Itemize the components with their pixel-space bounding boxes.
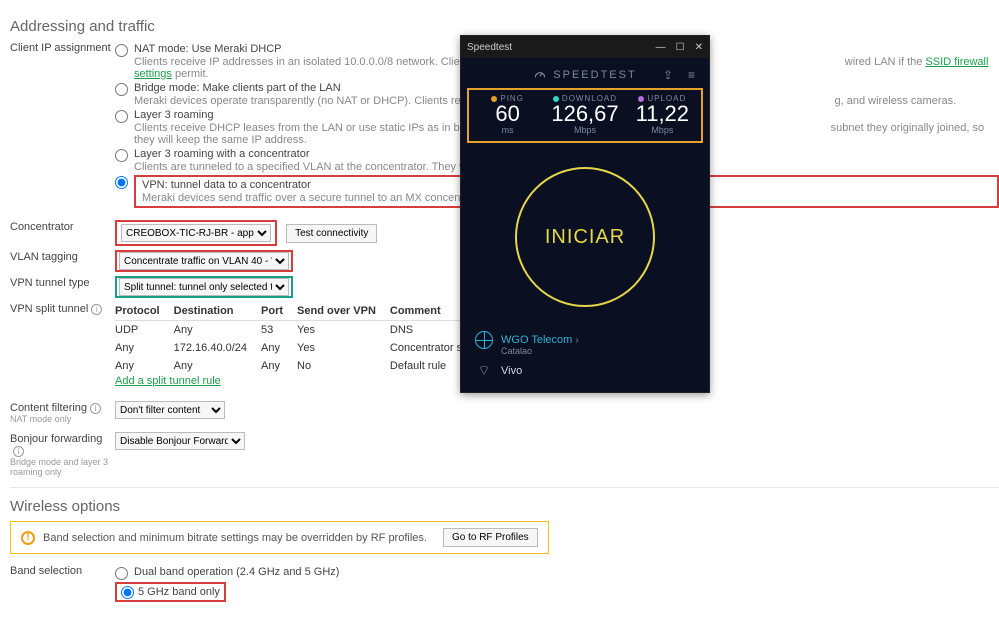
minimize-icon[interactable]: —: [656, 42, 666, 53]
vlan-tagging-select[interactable]: Concentrate traffic on VLAN 40 - "BYOD": [119, 252, 289, 270]
wireless-warning: ! Band selection and minimum bitrate set…: [10, 521, 549, 554]
info-icon[interactable]: i: [91, 304, 102, 315]
table-header: Port: [261, 302, 297, 321]
table-cell: Any: [261, 357, 297, 375]
add-split-tunnel-link[interactable]: Add a split tunnel rule: [115, 375, 221, 387]
table-cell: UDP: [115, 321, 174, 340]
speedtest-title: Speedtest: [467, 42, 512, 53]
maximize-icon[interactable]: ☐: [676, 42, 685, 53]
server-city: Catalao: [501, 346, 695, 356]
table-cell: Any: [115, 357, 174, 375]
info-icon[interactable]: i: [90, 403, 101, 414]
warning-icon: !: [21, 531, 35, 545]
menu-icon[interactable]: ≡: [688, 68, 697, 82]
speedtest-metrics: PING 60 ms DOWNLOAD 126,67 Mbps UPLOAD 1…: [467, 88, 703, 143]
wifi-icon: ⌔: [475, 362, 493, 380]
radio-vpn-tunnel[interactable]: [115, 176, 128, 189]
radio-l3-concentrator[interactable]: [115, 149, 128, 162]
ping-unit: ms: [469, 125, 546, 135]
radio-dual-band[interactable]: [115, 567, 128, 580]
chevron-right-icon: ›: [575, 335, 578, 346]
table-cell: Any: [115, 339, 174, 357]
label-content-filtering: Content filtering: [10, 402, 87, 414]
table-cell: No: [297, 357, 390, 375]
radio-l3-roaming[interactable]: [115, 110, 128, 123]
isp-name: Vivo: [501, 365, 522, 377]
dual-band-label: Dual band operation (2.4 GHz and 5 GHz): [134, 566, 339, 578]
radio-nat-mode[interactable]: [115, 44, 128, 57]
concentrator-select[interactable]: CREOBOX-TIC-RJ-BR - appliance: [121, 224, 271, 242]
globe-icon: [475, 331, 493, 349]
download-value: 126,67: [546, 103, 623, 125]
vpn-tunnel-type-select[interactable]: Split tunnel: tunnel only selected traff…: [119, 278, 289, 296]
table-cell: 172.16.40.0/24: [174, 339, 261, 357]
table-cell: Any: [174, 321, 261, 340]
table-cell: Yes: [297, 321, 390, 340]
isp-row: ⌔ Vivo: [475, 362, 695, 380]
label-vpn-tunnel-type: VPN tunnel type: [10, 276, 115, 298]
wireless-section-title: Wireless options: [10, 498, 999, 515]
label-vpn-split-tunnel: VPN split tunneli: [10, 302, 115, 387]
table-cell: Yes: [297, 339, 390, 357]
table-cell: Any: [174, 357, 261, 375]
bonjour-select[interactable]: Disable Bonjour Forwarding: [115, 432, 245, 450]
upload-value: 11,22: [624, 103, 701, 125]
label-client-ip: Client IP assignment: [10, 41, 115, 210]
table-header: Protocol: [115, 302, 174, 321]
table-cell: 53: [261, 321, 297, 340]
speedtest-titlebar[interactable]: Speedtest — ☐ ✕: [461, 36, 709, 58]
start-test-button[interactable]: INICIAR: [515, 167, 655, 307]
label-bonjour: Bonjour forwarding: [10, 433, 102, 445]
label-concentrator: Concentrator: [10, 220, 115, 246]
gauge-icon: [533, 68, 547, 82]
radio-5ghz-only[interactable]: [121, 586, 134, 599]
upload-unit: Mbps: [624, 125, 701, 135]
go-to-rf-profiles-button[interactable]: Go to RF Profiles: [443, 528, 538, 547]
5ghz-only-label: 5 GHz band only: [138, 586, 220, 598]
content-filtering-select[interactable]: Don't filter content: [115, 401, 225, 419]
bonjour-note: Bridge mode and layer 3 roaming only: [10, 457, 115, 477]
table-header: Send over VPN: [297, 302, 390, 321]
label-band-selection: Band selection: [10, 564, 115, 604]
content-filtering-note: NAT mode only: [10, 414, 115, 424]
share-icon[interactable]: ⇪: [663, 68, 675, 82]
download-unit: Mbps: [546, 125, 623, 135]
speedtest-brand: SPEEDTEST: [553, 69, 636, 81]
label-vlan-tagging: VLAN tagging: [10, 250, 115, 272]
radio-bridge-mode[interactable]: [115, 83, 128, 96]
close-icon[interactable]: ✕: [695, 42, 703, 53]
speedtest-window: Speedtest — ☐ ✕ SPEEDTEST ⇪ ≡ PING 60 ms…: [460, 35, 710, 393]
ping-value: 60: [469, 103, 546, 125]
test-connectivity-button[interactable]: Test connectivity: [286, 224, 377, 243]
table-header: Destination: [174, 302, 261, 321]
info-icon[interactable]: i: [13, 446, 24, 457]
table-cell: Any: [261, 339, 297, 357]
addressing-section-title: Addressing and traffic: [10, 18, 999, 35]
